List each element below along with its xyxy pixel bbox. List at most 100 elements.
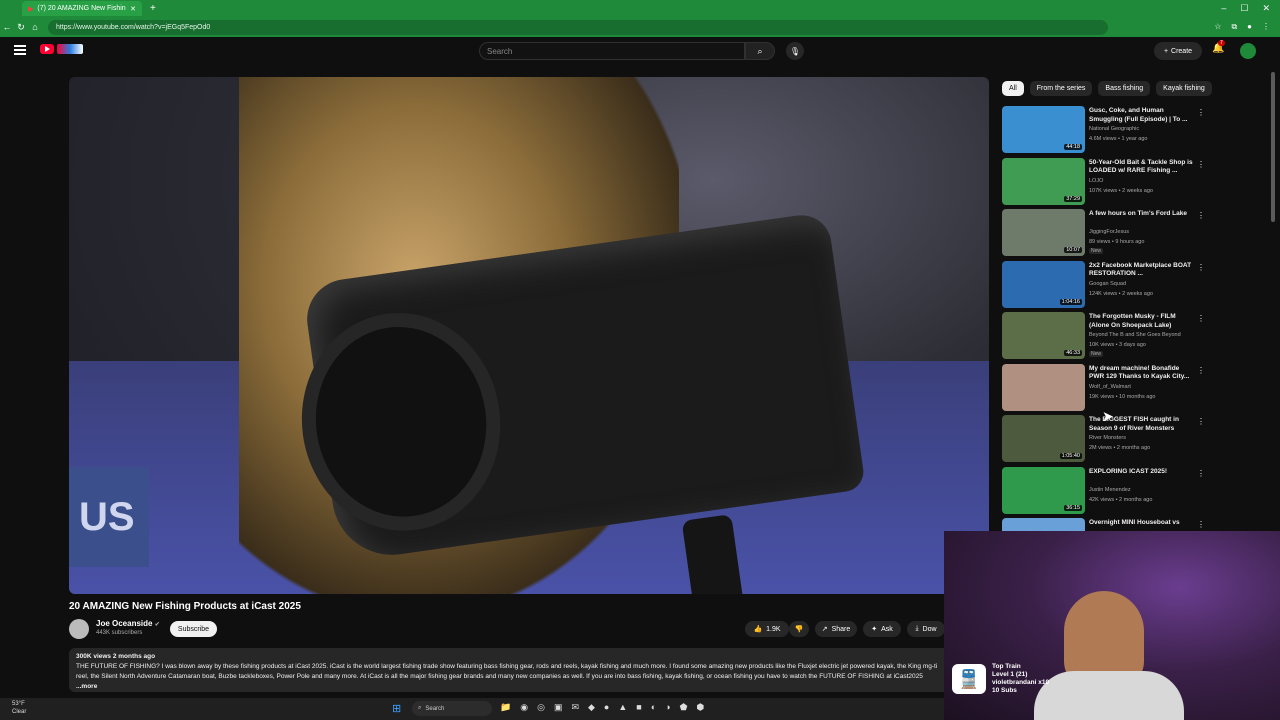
- recommendation-title[interactable]: Gusc, Coke, and Human Smuggling (Full Ep…: [1089, 107, 1194, 124]
- recommendation-channel[interactable]: Justin Menendez: [1089, 487, 1131, 493]
- duration-badge: 36:15: [1064, 504, 1082, 511]
- video-thumbnail[interactable]: 1:04:16: [1002, 260, 1085, 308]
- maximize-icon[interactable]: ☐: [1240, 3, 1248, 14]
- recommendation-channel[interactable]: Beyond The B and She Goes Beyond: [1089, 332, 1181, 338]
- page-scrollbar[interactable]: [1271, 72, 1275, 222]
- notifications-button[interactable]: 🔔 7: [1212, 40, 1225, 54]
- bookmark-star-icon[interactable]: ☆: [1214, 22, 1221, 32]
- account-avatar[interactable]: [1240, 43, 1256, 59]
- recommendation-channel[interactable]: LOJO: [1089, 178, 1103, 184]
- logo-wordmark: [57, 44, 83, 54]
- app-icon[interactable]: ◑: [665, 702, 670, 713]
- mail-app-icon[interactable]: ✉: [571, 702, 579, 713]
- hamburger-menu-icon[interactable]: [14, 45, 26, 55]
- reload-icon[interactable]: ↻: [14, 22, 28, 33]
- recommendation-title[interactable]: 2x2 Facebook Marketplace BOAT RESTORATIO…: [1089, 262, 1194, 279]
- explorer-app-icon[interactable]: 📁: [500, 702, 511, 713]
- video-player[interactable]: US: [69, 77, 989, 594]
- video-thumbnail[interactable]: 44:18: [1002, 106, 1085, 153]
- back-icon[interactable]: ←: [0, 22, 14, 32]
- chip-kayak-fishing[interactable]: Kayak fishing: [1156, 81, 1212, 96]
- voice-search-button[interactable]: 🎙: [786, 42, 804, 60]
- recommendation-channel[interactable]: Wolf_of_Walmart: [1089, 384, 1131, 390]
- recommendation-channel[interactable]: JiggingForJesus: [1089, 229, 1129, 235]
- more-options-icon[interactable]: ⋮: [1197, 366, 1205, 375]
- extensions-icon[interactable]: ⧉: [1231, 22, 1237, 32]
- recommendation-stats: 89 views • 9 hours ago: [1089, 239, 1145, 245]
- download-button[interactable]: ⤓ Dow: [907, 621, 945, 637]
- browser-tab[interactable]: ▶ (7) 20 AMAZING New Fishin ✕: [22, 1, 142, 16]
- filter-chips: All From the series Bass fishing Kayak f…: [1002, 81, 1212, 96]
- new-tab-icon[interactable]: +: [150, 3, 156, 14]
- app-icon[interactable]: ⬢: [696, 702, 704, 713]
- recommendation-channel[interactable]: Googan Squad: [1089, 281, 1126, 287]
- more-options-icon[interactable]: ⋮: [1197, 314, 1205, 323]
- app-icon[interactable]: ●: [604, 702, 609, 713]
- recommendation-title[interactable]: My dream machine! Bonafide PWR 129 Thank…: [1089, 365, 1194, 382]
- profile-icon[interactable]: ●: [1247, 22, 1252, 32]
- close-window-icon[interactable]: ✕: [1262, 3, 1270, 14]
- dislike-button[interactable]: 👎: [789, 621, 809, 637]
- address-bar[interactable]: https://www.youtube.com/watch?v=jEGq5Fep…: [48, 19, 1108, 35]
- recommendation-title[interactable]: The Forgotten Musky - FILM (Alone On Sho…: [1089, 313, 1194, 330]
- share-button[interactable]: ↗ Share: [815, 621, 857, 637]
- more-options-icon[interactable]: ⋮: [1197, 520, 1205, 529]
- like-button[interactable]: 👍 1.9K: [745, 621, 789, 637]
- more-options-icon[interactable]: ⋮: [1197, 211, 1205, 220]
- description-box[interactable]: 300K views 2 months ago THE FUTURE OF FI…: [69, 648, 949, 692]
- edge-app-icon[interactable]: ◉: [520, 702, 528, 713]
- more-options-icon[interactable]: ⋮: [1197, 108, 1205, 117]
- app-icon[interactable]: ■: [636, 702, 641, 713]
- video-thumbnail[interactable]: 37:29: [1002, 157, 1085, 205]
- more-options-icon[interactable]: ⋮: [1197, 263, 1205, 272]
- search-input[interactable]: Search: [479, 42, 745, 60]
- app-icon[interactable]: ⬟: [680, 702, 688, 713]
- recommendation-item[interactable]: 44:18 Gusc, Coke, and Human Smuggling (F…: [1002, 106, 1207, 158]
- recommendation-item[interactable]: 46:33 The Forgotten Musky - FILM (Alone …: [1002, 312, 1207, 364]
- recommendation-item[interactable]: 37:29 50-Year-Old Bait & Tackle Shop is …: [1002, 157, 1207, 210]
- chip-from-series[interactable]: From the series: [1029, 81, 1093, 96]
- minimize-icon[interactable]: –: [1221, 3, 1226, 14]
- recommendation-title[interactable]: EXPLORING ICAST 2025!: [1089, 468, 1194, 477]
- weather-widget[interactable]: 53°F Clear: [12, 700, 26, 716]
- video-thumbnail[interactable]: [1002, 363, 1085, 411]
- recommendation-item[interactable]: 36:15 EXPLORING ICAST 2025! Justin Menen…: [1002, 466, 1207, 519]
- app-icon[interactable]: ◐: [651, 702, 656, 713]
- menu-icon[interactable]: ⋮: [1262, 22, 1270, 32]
- recommendation-title[interactable]: A few hours on Tim's Ford Lake: [1089, 210, 1194, 219]
- chip-bass-fishing[interactable]: Bass fishing: [1098, 81, 1151, 96]
- video-thumbnail[interactable]: 36:15: [1002, 466, 1085, 514]
- store-app-icon[interactable]: ▣: [554, 702, 563, 713]
- video-thumbnail[interactable]: 46:33: [1002, 312, 1085, 359]
- recommendation-channel[interactable]: River Monsters: [1089, 435, 1126, 441]
- recommendation-item[interactable]: 1:04:16 2x2 Facebook Marketplace BOAT RE…: [1002, 260, 1207, 313]
- hype-train-subs: 10 Subs: [992, 687, 1017, 694]
- app-icon[interactable]: ▲: [618, 702, 627, 713]
- home-icon[interactable]: ⌂: [28, 22, 42, 32]
- sparkle-icon: ✦: [871, 626, 878, 633]
- channel-avatar[interactable]: [69, 619, 89, 639]
- taskbar-search[interactable]: ⌕ Search: [412, 701, 492, 716]
- create-button[interactable]: + Create: [1154, 42, 1202, 60]
- more-options-icon[interactable]: ⋮: [1197, 160, 1205, 169]
- video-title: 20 AMAZING New Fishing Products at iCast…: [69, 601, 301, 612]
- show-more-link[interactable]: ...more: [76, 683, 97, 690]
- app-icon[interactable]: ◆: [588, 702, 595, 713]
- chip-all[interactable]: All: [1002, 81, 1024, 96]
- ask-button[interactable]: ✦ Ask: [863, 621, 901, 637]
- chrome-app-icon[interactable]: ◎: [537, 702, 545, 713]
- tab-close-icon[interactable]: ✕: [130, 5, 136, 13]
- more-options-icon[interactable]: ⋮: [1197, 469, 1205, 478]
- windows-start-icon[interactable]: ⊞: [392, 702, 404, 715]
- recommendation-channel[interactable]: National Geographic: [1089, 126, 1139, 132]
- search-button[interactable]: ⌕: [745, 42, 775, 60]
- recommendation-title[interactable]: Overnight MINI Houseboat vs: [1089, 519, 1194, 528]
- youtube-logo[interactable]: [40, 44, 83, 54]
- recommendation-item[interactable]: 10:07 A few hours on Tim's Ford Lake Jig…: [1002, 209, 1207, 261]
- video-thumbnail[interactable]: 1:05:40: [1002, 415, 1085, 462]
- video-thumbnail[interactable]: 10:07: [1002, 209, 1085, 256]
- recommendation-title[interactable]: 50-Year-Old Bait & Tackle Shop is LOADED…: [1089, 159, 1194, 176]
- subscribe-button[interactable]: Subscribe: [170, 621, 217, 637]
- channel-name[interactable]: Joe Oceanside ✔: [96, 619, 160, 628]
- more-options-icon[interactable]: ⋮: [1197, 417, 1205, 426]
